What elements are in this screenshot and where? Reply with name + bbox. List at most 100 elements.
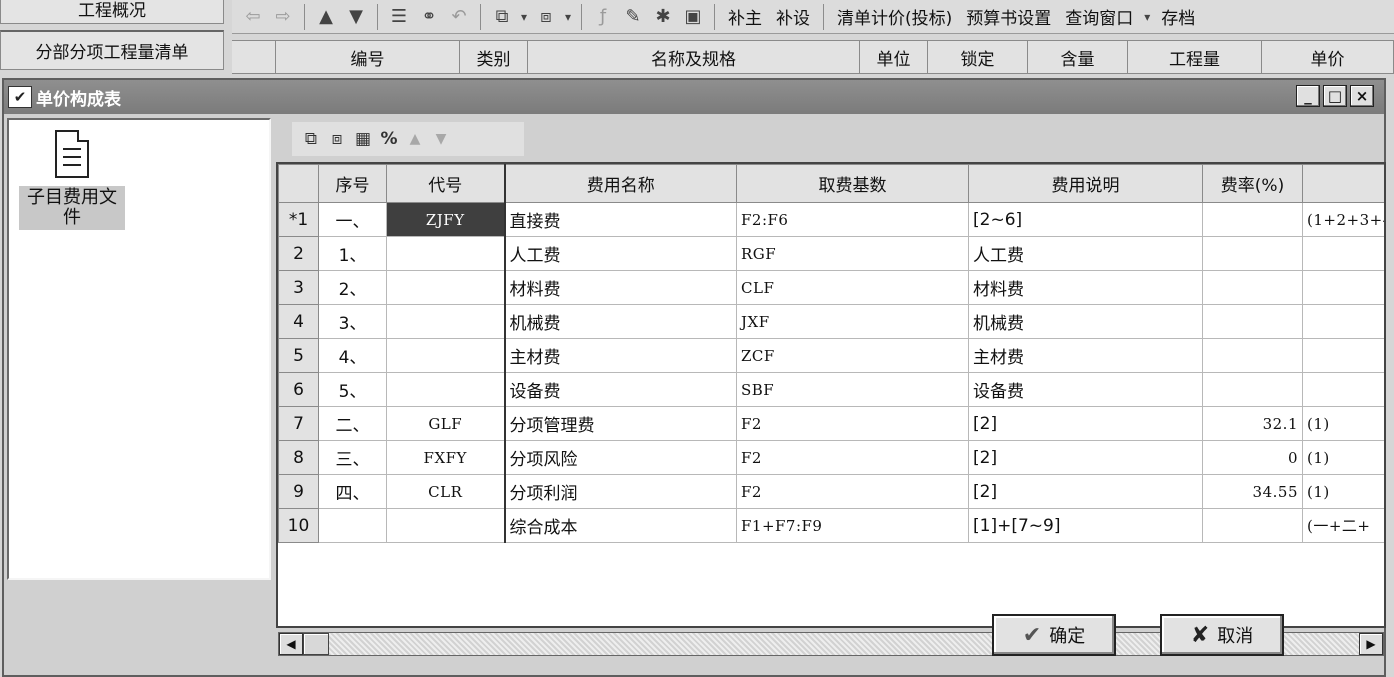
- column-header-name-spec[interactable]: 名称及规格: [528, 41, 860, 73]
- close-button[interactable]: ×: [1350, 85, 1374, 107]
- fee-base-cell[interactable]: JXF: [736, 304, 969, 339]
- fee-name-cell[interactable]: 分项管理费: [504, 406, 737, 441]
- fee-desc-cell[interactable]: [1]+[7~9]: [968, 508, 1203, 543]
- seq-cell[interactable]: 1、: [318, 236, 387, 271]
- rate-cell[interactable]: 32.1: [1202, 406, 1303, 441]
- fee-name-cell[interactable]: 直接费: [504, 202, 737, 237]
- fee-desc-cell[interactable]: 人工费: [968, 236, 1203, 271]
- fee-name-cell[interactable]: 综合成本: [504, 508, 737, 543]
- code-cell[interactable]: [386, 338, 506, 373]
- code-cell[interactable]: ZJFY: [386, 202, 506, 237]
- table-row[interactable]: 5 4、 主材费 ZCF 主材费: [278, 338, 1384, 373]
- add-main-material-button[interactable]: 补主: [721, 4, 769, 29]
- back-arrow-icon[interactable]: ⇦: [238, 4, 268, 30]
- code-cell[interactable]: [386, 236, 506, 271]
- column-header-unit[interactable]: 单位: [860, 41, 928, 73]
- scroll-left-icon[interactable]: ◀: [279, 633, 303, 655]
- fee-name-cell[interactable]: 分项利润: [504, 474, 737, 509]
- fee-base-cell[interactable]: SBF: [736, 372, 969, 407]
- seq-cell[interactable]: 二、: [318, 406, 387, 441]
- column-header-content[interactable]: 含量: [1028, 41, 1128, 73]
- table-row[interactable]: 4 3、 机械费 JXF 机械费: [278, 304, 1384, 339]
- expression-cell[interactable]: (1): [1302, 474, 1384, 509]
- expression-cell[interactable]: [1302, 236, 1384, 271]
- code-cell[interactable]: FXFY: [386, 440, 506, 475]
- fee-name-cell[interactable]: 设备费: [504, 372, 737, 407]
- fee-base-cell[interactable]: F2: [736, 474, 969, 509]
- add-equipment-button[interactable]: 补设: [769, 4, 817, 29]
- rate-cell[interactable]: [1202, 270, 1303, 305]
- code-cell[interactable]: CLR: [386, 474, 506, 509]
- fee-name-cell[interactable]: 材料费: [504, 270, 737, 305]
- fee-name-cell[interactable]: 人工费: [504, 236, 737, 271]
- move-down-icon[interactable]: ▼: [341, 4, 371, 30]
- rate-cell[interactable]: [1202, 372, 1303, 407]
- column-header-fee-desc[interactable]: 费用说明: [968, 164, 1203, 203]
- fee-desc-cell[interactable]: [2~6]: [968, 202, 1203, 237]
- code-cell[interactable]: [386, 270, 506, 305]
- expression-cell[interactable]: (1): [1302, 440, 1384, 475]
- expression-cell[interactable]: [1302, 372, 1384, 407]
- move-up-icon[interactable]: ▲: [402, 126, 428, 152]
- table-row[interactable]: 8 三、 FXFY 分项风险 F2 [2] 0 (1): [278, 440, 1384, 475]
- column-header-rate[interactable]: 费率(%): [1202, 164, 1303, 203]
- rate-cell[interactable]: [1202, 508, 1303, 543]
- budget-settings-button[interactable]: 预算书设置: [959, 4, 1058, 29]
- rate-cell[interactable]: [1202, 236, 1303, 271]
- fee-name-cell[interactable]: 主材费: [504, 338, 737, 373]
- rate-cell[interactable]: 34.55: [1202, 474, 1303, 509]
- column-header-quantity[interactable]: 工程量: [1128, 41, 1262, 73]
- seq-cell[interactable]: [318, 508, 387, 543]
- fee-base-cell[interactable]: RGF: [736, 236, 969, 271]
- table-row[interactable]: 7 二、 GLF 分项管理费 F2 [2] 32.1 (1): [278, 406, 1384, 441]
- copy-icon[interactable]: ⧉: [487, 4, 517, 30]
- bill-pricing-button[interactable]: 清单计价(投标): [830, 4, 959, 29]
- expression-cell[interactable]: [1302, 304, 1384, 339]
- undo-icon[interactable]: ↶: [444, 4, 474, 30]
- table-row[interactable]: 3 2、 材料费 CLF 材料费: [278, 270, 1384, 305]
- fee-desc-cell[interactable]: [2]: [968, 440, 1203, 475]
- fee-desc-cell[interactable]: 机械费: [968, 304, 1203, 339]
- tab-bill-of-quantities[interactable]: 分部分项工程量清单: [0, 30, 224, 70]
- move-up-icon[interactable]: ▲: [311, 4, 341, 30]
- column-header-expression[interactable]: [1302, 164, 1384, 203]
- file-item-subitem-fees[interactable]: 子目费用文件: [19, 126, 125, 236]
- binoculars-icon[interactable]: ⚭: [414, 4, 444, 30]
- paste-icon[interactable]: ⧈: [531, 4, 561, 30]
- column-header-locked[interactable]: 锁定: [928, 41, 1028, 73]
- cancel-button[interactable]: ✘ 取消: [1160, 614, 1284, 656]
- rate-cell[interactable]: [1202, 202, 1303, 237]
- rate-cell[interactable]: [1202, 338, 1303, 373]
- table-row[interactable]: *1 一、 ZJFY 直接费 F2:F6 [2~6] (1+2+3+4: [278, 202, 1384, 237]
- fee-base-cell[interactable]: CLF: [736, 270, 969, 305]
- column-header-code[interactable]: 代号: [386, 164, 506, 203]
- bug-icon[interactable]: ✱: [648, 4, 678, 30]
- scroll-right-icon[interactable]: ▶: [1359, 633, 1383, 655]
- fee-desc-cell[interactable]: [2]: [968, 406, 1203, 441]
- query-window-button[interactable]: 查询窗口: [1058, 4, 1140, 29]
- formula-icon[interactable]: ƒ: [588, 4, 618, 30]
- paste-dropdown-icon[interactable]: ▾: [561, 4, 575, 30]
- copy-dropdown-icon[interactable]: ▾: [517, 4, 531, 30]
- fee-desc-cell[interactable]: 主材费: [968, 338, 1203, 373]
- column-header-code[interactable]: 编号: [276, 41, 460, 73]
- fee-base-cell[interactable]: F2:F6: [736, 202, 969, 237]
- fee-template-icon[interactable]: ▦: [350, 126, 376, 152]
- ok-button[interactable]: ✔ 确定: [992, 614, 1116, 656]
- fee-desc-cell[interactable]: [2]: [968, 474, 1203, 509]
- column-header-unit-price[interactable]: 单价: [1262, 41, 1394, 73]
- expression-cell[interactable]: [1302, 270, 1384, 305]
- archive-button[interactable]: 存档: [1154, 4, 1202, 29]
- column-header-seq[interactable]: 序号: [318, 164, 387, 203]
- minimize-button[interactable]: _: [1296, 85, 1320, 107]
- seq-cell[interactable]: 4、: [318, 338, 387, 373]
- fee-base-cell[interactable]: F2: [736, 406, 969, 441]
- code-cell[interactable]: [386, 508, 506, 543]
- percent-icon[interactable]: %: [376, 126, 402, 152]
- seq-cell[interactable]: 三、: [318, 440, 387, 475]
- rate-cell[interactable]: [1202, 304, 1303, 339]
- fee-name-cell[interactable]: 分项风险: [504, 440, 737, 475]
- seq-cell[interactable]: 5、: [318, 372, 387, 407]
- seq-cell[interactable]: 一、: [318, 202, 387, 237]
- query-dropdown-icon[interactable]: ▾: [1140, 4, 1154, 30]
